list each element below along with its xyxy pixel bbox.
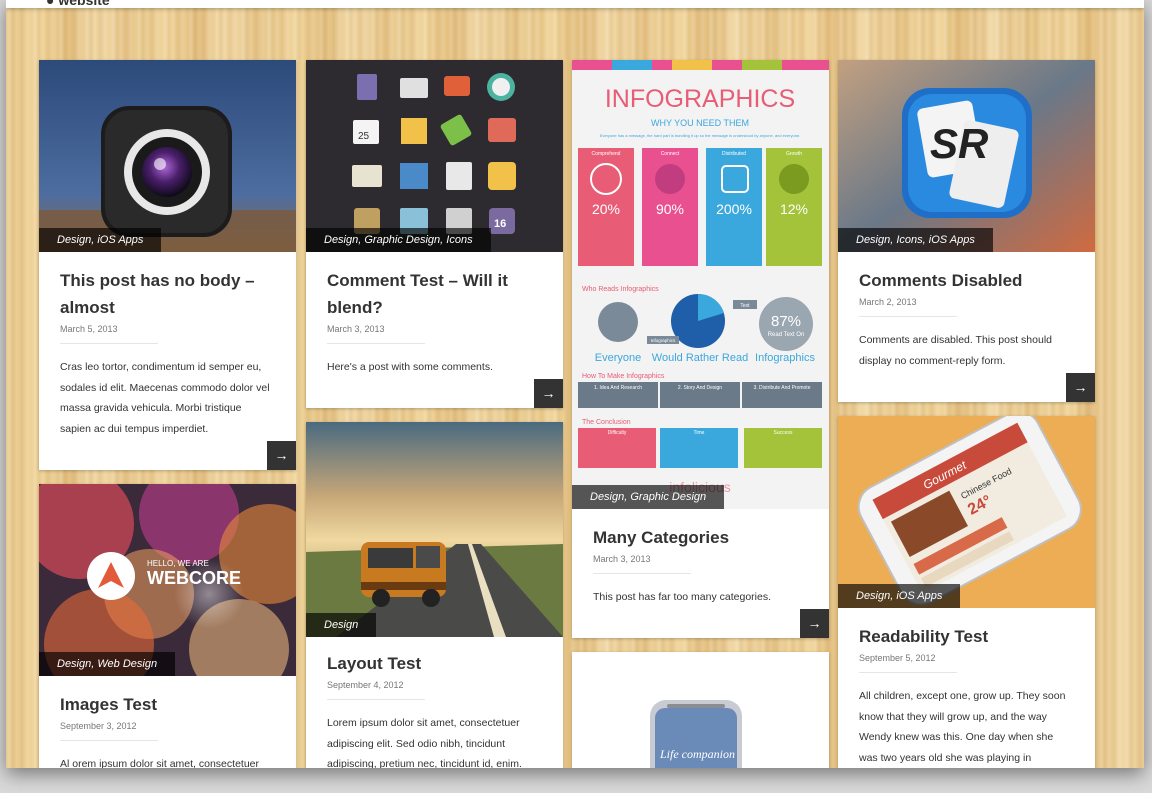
- post-title[interactable]: Layout Test: [327, 650, 542, 677]
- post-excerpt: This post has far too many categories.: [593, 591, 772, 603]
- post-thumbnail-camera-app[interactable]: Design, iOS Apps: [39, 60, 296, 252]
- post-body: Comment Test – Will it blend? March 3, 2…: [306, 267, 563, 378]
- post-date: March 5, 2013: [60, 324, 158, 344]
- conc-head: Success: [774, 430, 793, 436]
- post-body: Layout Test September 4, 2012 Lorem ipsu…: [306, 650, 563, 768]
- post-body: Images Test September 3, 2012 Al orem ip…: [39, 691, 296, 768]
- post-categories[interactable]: Design, Icons, iOS Apps: [838, 228, 993, 252]
- post-categories[interactable]: Design, Graphic Design, Icons: [306, 228, 491, 252]
- sr-app-icon: SR: [838, 60, 1095, 252]
- step: 3. Distribute And Promote: [754, 385, 811, 391]
- col-pct: 20%: [592, 201, 620, 217]
- label-infographics: Infographics: [755, 352, 815, 364]
- post-card: HELLO, WE ARE WEBCORE Design, Web Design…: [39, 484, 296, 768]
- calendar-day: 25: [358, 131, 370, 142]
- post-thumbnail-infographic[interactable]: INFOGRAPHICS WHY YOU NEED THEM Everyone …: [572, 60, 829, 509]
- post-thumbnail-sr-icon[interactable]: SR Design, Icons, iOS Apps: [838, 60, 1095, 252]
- post-card: Design Layout Test September 4, 2012 Lor…: [306, 422, 563, 768]
- post-date: March 3, 2013: [593, 554, 691, 574]
- infographic-image: INFOGRAPHICS WHY YOU NEED THEM Everyone …: [572, 60, 829, 509]
- post-title[interactable]: Images Test: [60, 691, 275, 718]
- post-body: Comments Disabled March 2, 2013 Comments…: [838, 267, 1095, 371]
- bus-road-image: [306, 422, 563, 637]
- conc-head: Difficulty: [608, 430, 627, 436]
- col-head: Growth: [786, 151, 802, 157]
- post-card: Life companion: [572, 652, 829, 768]
- post-excerpt: All children, except one, grow up. They …: [859, 690, 1066, 764]
- camera-app-icon: [39, 60, 296, 252]
- how-heading: How To Make Infographics: [582, 373, 665, 380]
- post-date: March 3, 2013: [327, 324, 425, 344]
- galaxy-phone-image: Life companion: [572, 652, 829, 768]
- post-excerpt: Al orem ipsum dolor sit amet, consectetu…: [60, 758, 259, 768]
- iphone-gourmet-image: Gourmet Chinese Food 24°: [838, 416, 1095, 608]
- read-more-arrow-button[interactable]: →: [267, 441, 296, 470]
- site-logo[interactable]: ● website: [46, 0, 110, 8]
- post-thumbnail-galaxy-phone[interactable]: Life companion: [572, 652, 829, 768]
- info-tag: Infographics: [651, 338, 676, 343]
- image-hello-text: HELLO, WE ARE: [147, 559, 209, 568]
- post-card: 25 16 Design, Graphic Design, Icons Comm…: [306, 60, 563, 408]
- icon-set-image: 25 16: [306, 60, 563, 252]
- read-more-arrow-button[interactable]: →: [534, 379, 563, 408]
- label-rather: Would Rather Read: [652, 352, 748, 364]
- post-thumbnail-bokeh[interactable]: HELLO, WE ARE WEBCORE Design, Web Design: [39, 484, 296, 676]
- image-brand-text: WEBCORE: [147, 568, 241, 588]
- post-date: September 4, 2012: [327, 680, 425, 700]
- col-head: Connect: [661, 151, 680, 157]
- page-frame: ● website Design, iOS Apps This post has…: [6, 0, 1144, 768]
- icon-badge: 16: [494, 218, 506, 230]
- post-title[interactable]: Comments Disabled: [859, 267, 1074, 294]
- post-categories[interactable]: Design: [306, 613, 377, 637]
- post-thumbnail-bus[interactable]: Design: [306, 422, 563, 637]
- post-title[interactable]: Readability Test: [859, 623, 1074, 650]
- galaxy-tagline: Life companion: [659, 747, 735, 761]
- sr-letters: SR: [930, 120, 989, 167]
- col-pct: 90%: [656, 201, 684, 217]
- post-title[interactable]: Comment Test – Will it blend?: [327, 267, 542, 321]
- label-everyone: Everyone: [595, 352, 641, 364]
- post-date: March 2, 2013: [859, 297, 957, 317]
- post-date: September 5, 2012: [859, 653, 957, 673]
- post-excerpt: Cras leo tortor, condimentum id semper e…: [60, 361, 270, 435]
- infographic-subtitle: WHY YOU NEED THEM: [651, 118, 749, 128]
- conclusion-heading: The Conclusion: [582, 419, 631, 426]
- post-excerpt: Here's a post with some comments.: [327, 361, 493, 373]
- post-card: Gourmet Chinese Food 24° Design, iOS App…: [838, 416, 1095, 768]
- post-card: INFOGRAPHICS WHY YOU NEED THEM Everyone …: [572, 60, 829, 638]
- post-categories[interactable]: Design, iOS Apps: [39, 228, 162, 252]
- post-categories[interactable]: Design, iOS Apps: [838, 584, 961, 608]
- step: 1. Idea And Research: [594, 385, 642, 391]
- who-heading: Who Reads Infographics: [582, 286, 659, 293]
- col-head: Comprehend: [592, 151, 621, 157]
- post-excerpt: Comments are disabled. This post should …: [859, 334, 1052, 367]
- text-tag: Text: [740, 303, 750, 309]
- post-title[interactable]: Many Categories: [593, 524, 808, 551]
- post-categories[interactable]: Design, Web Design: [39, 652, 176, 676]
- step: 2. Story And Design: [678, 385, 722, 391]
- post-body: Readability Test September 5, 2012 All c…: [838, 623, 1095, 768]
- post-title[interactable]: This post has no body – almost: [60, 267, 275, 321]
- read-more-arrow-button[interactable]: →: [800, 609, 829, 638]
- read-text: Read Text On: [768, 332, 805, 338]
- post-excerpt: Lorem ipsum dolor sit amet, consectetuer…: [327, 717, 522, 768]
- col-pct: 200%: [716, 201, 752, 217]
- post-body: Many Categories March 3, 2013 This post …: [572, 524, 829, 608]
- site-header: ● website: [6, 0, 1144, 8]
- read-more-arrow-button[interactable]: →: [1066, 373, 1095, 402]
- read-pct: 87%: [771, 313, 801, 330]
- col-head: Distributed: [722, 151, 746, 157]
- post-body: This post has no body – almost March 5, …: [39, 267, 296, 439]
- infographic-title: INFOGRAPHICS: [605, 85, 795, 113]
- post-thumbnail-iphone-app[interactable]: Gourmet Chinese Food 24° Design, iOS App…: [838, 416, 1095, 608]
- col-pct: 12%: [780, 201, 808, 217]
- post-date: September 3, 2012: [60, 721, 158, 741]
- infographic-intro: Everyone has a message, the hard part is…: [600, 133, 801, 138]
- post-thumbnail-icons[interactable]: 25 16 Design, Graphic Design, Icons: [306, 60, 563, 252]
- conc-head: Time: [694, 430, 705, 436]
- post-categories[interactable]: Design, Graphic Design: [572, 485, 725, 509]
- post-card: SR Design, Icons, iOS Apps Comments Disa…: [838, 60, 1095, 402]
- post-card: Design, iOS Apps This post has no body –…: [39, 60, 296, 470]
- bokeh-image: HELLO, WE ARE WEBCORE: [39, 484, 296, 676]
